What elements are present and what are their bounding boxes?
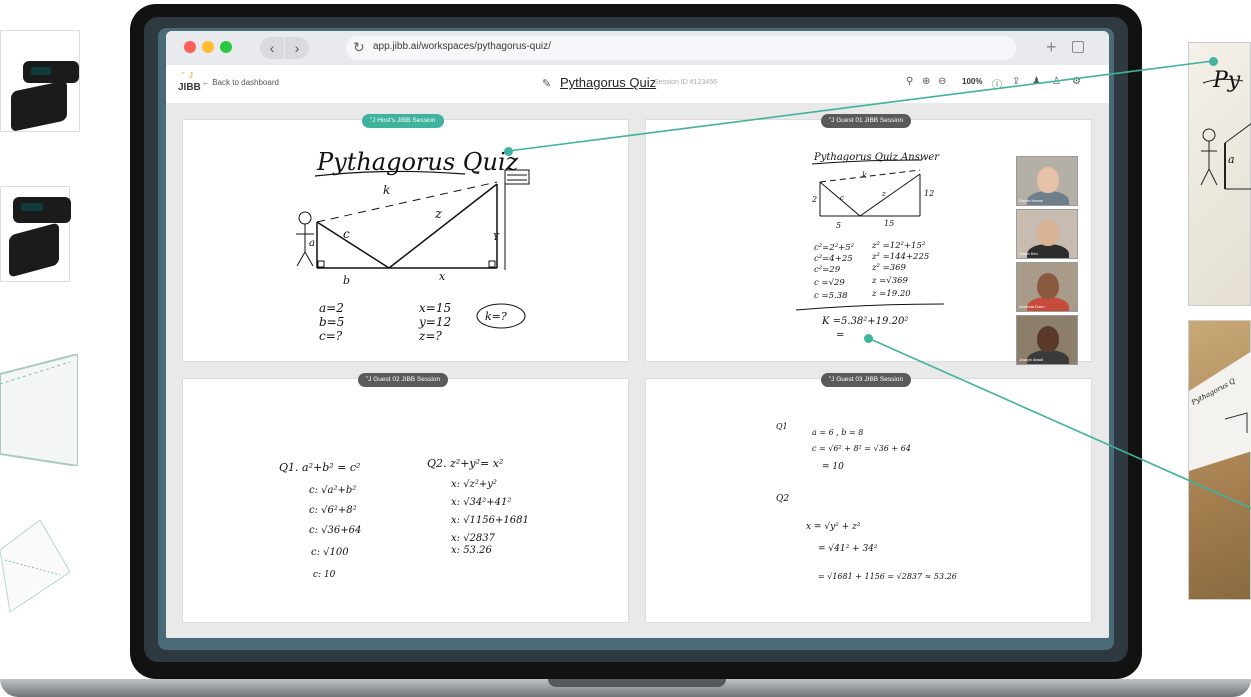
callout-dot-guest [864,334,873,343]
callout-line-guest [867,337,1251,509]
callout-dot-photo [1209,57,1218,66]
callout-lines [507,60,1251,509]
callout-dot-host [504,147,513,156]
product-hero: Py a Pythagorus Q ‹ › ↻ app.jibb.ai/work… [0,0,1251,697]
callout-line-host [507,60,1214,152]
